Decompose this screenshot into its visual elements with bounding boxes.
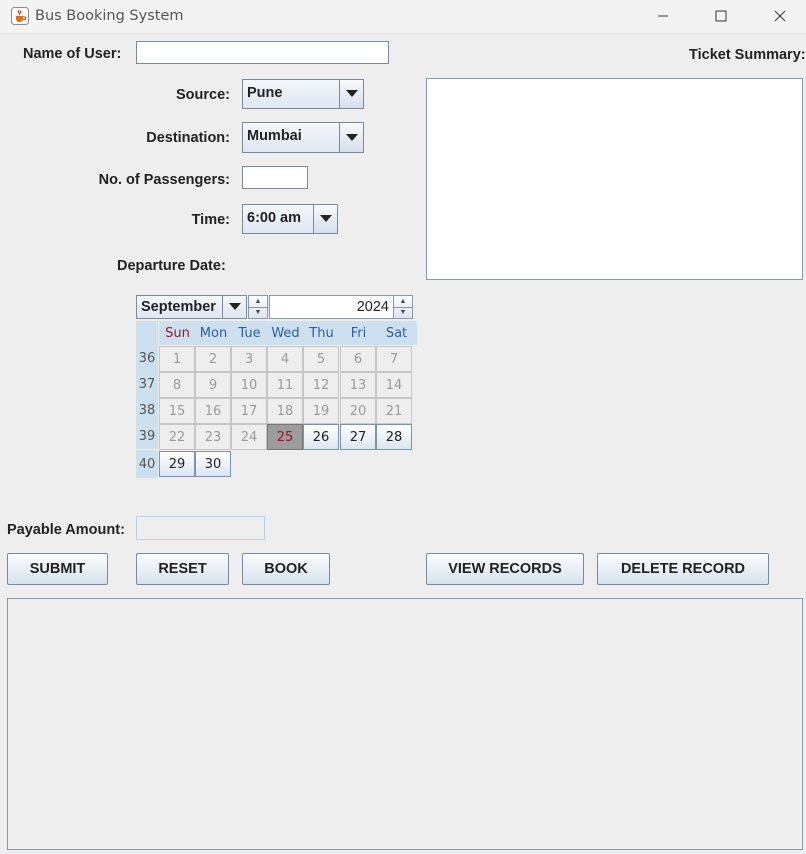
calendar-day: 17 [231,398,267,424]
source-dropdown[interactable]: Pune [242,79,364,109]
week-number: 38 [136,397,158,423]
name-label: Name of User: [23,46,122,62]
calendar-day: 19 [303,398,339,424]
departure-date-label: Departure Date: [117,258,226,274]
calendar-day: 3 [231,346,267,372]
calendar-day: 22 [159,424,195,450]
calendar-day: 4 [267,346,303,372]
calendar-day[interactable]: 26 [303,424,339,450]
calendar-day: 7 [376,346,412,372]
calendar-day: 18 [267,398,303,424]
book-button[interactable]: BOOK [242,553,330,585]
source-label: Source: [176,87,230,103]
calendar-year-field[interactable]: 2024 [269,295,394,319]
calendar-day[interactable]: 29 [159,451,195,477]
calendar-grid: Sun Mon Tue Wed Thu Fri Sat 36 1 2 3 4 5 6 7 37 8 9 10 11 12… [136,321,417,478]
week-number: 39 [136,423,158,449]
calendar-day[interactable]: 30 [195,451,231,477]
title-bar: Bus Booking System [0,0,806,34]
destination-label: Destination: [146,130,230,146]
source-selected-value: Pune [247,85,283,101]
reset-button[interactable]: RESET [136,553,229,585]
time-selected-value: 6:00 am [247,210,302,226]
weekday-header: Mon [195,321,232,345]
triangle-down-icon [228,303,241,310]
month-spinner[interactable]: ▲ ▼ [248,295,268,319]
calendar-day: 6 [340,346,376,372]
destination-dropdown[interactable]: Mumbai [242,122,364,153]
time-dropdown-arrow[interactable] [313,205,337,233]
maximize-icon [715,10,727,22]
calendar-day[interactable]: 28 [376,424,412,450]
weekday-header: Wed [267,321,304,345]
calendar-day: 5 [303,346,339,372]
passengers-label: No. of Passengers: [98,172,230,188]
calendar-day: 23 [195,424,231,450]
calendar-corner [136,321,158,345]
window-title: Bus Booking System [35,8,184,24]
calendar-day: 8 [159,372,195,398]
minimize-icon [658,15,668,17]
spinner-up-icon[interactable]: ▲ [249,296,267,308]
triangle-down-icon [345,90,358,97]
calendar-day: 1 [159,346,195,372]
time-label: Time: [191,212,230,228]
calendar-month-value: September [141,299,216,315]
weekday-header: Thu [303,321,340,345]
delete-record-button[interactable]: DELETE RECORD [597,553,769,585]
weekday-header: Fri [340,321,377,345]
destination-selected-value: Mumbai [247,128,302,144]
ticket-summary-area[interactable] [426,78,803,280]
calendar-day: 10 [231,372,267,398]
weekday-header: Tue [231,321,268,345]
weekday-header: Sun [159,321,196,345]
time-dropdown[interactable]: 6:00 am [242,204,338,234]
calendar-day: 15 [159,398,195,424]
calendar-day: 2 [195,346,231,372]
week-number: 37 [136,371,158,397]
calendar-day: 24 [231,424,267,450]
triangle-down-icon [319,215,332,222]
calendar-day: 14 [376,372,412,398]
payable-amount-label: Payable Amount: [7,522,125,538]
calendar-day[interactable]: 27 [340,424,376,450]
week-number: 36 [136,345,158,371]
week-number: 40 [136,450,158,478]
calendar-day[interactable]: 25 [267,424,303,450]
calendar-month-dropdown[interactable]: September [136,295,247,319]
calendar-day: 12 [303,372,339,398]
spinner-down-icon[interactable]: ▼ [394,308,412,319]
spinner-down-icon[interactable]: ▼ [249,308,267,319]
calendar-day: 9 [195,372,231,398]
passengers-input[interactable] [242,166,308,189]
calendar-day: 11 [267,372,303,398]
close-icon [774,10,786,22]
month-dropdown-arrow[interactable] [222,296,246,318]
name-input[interactable] [136,41,389,64]
weekday-header: Sat [376,321,417,345]
calendar-day: 16 [195,398,231,424]
maximize-button[interactable] [698,0,744,32]
spinner-up-icon[interactable]: ▲ [394,296,412,308]
triangle-down-icon [345,133,358,141]
calendar-day: 21 [376,398,412,424]
calendar-day: 20 [340,398,376,424]
year-spinner[interactable]: ▲ ▼ [393,295,413,319]
records-area[interactable] [7,598,803,850]
close-button[interactable] [757,0,803,32]
source-dropdown-arrow[interactable] [339,80,363,108]
destination-dropdown-arrow[interactable] [339,123,363,152]
minimize-button[interactable] [640,0,686,32]
calendar-day: 13 [340,372,376,398]
view-records-button[interactable]: VIEW RECORDS [426,553,584,585]
ticket-summary-label: Ticket Summary: [689,47,806,63]
submit-button[interactable]: SUBMIT [7,553,108,585]
payable-amount-field [136,516,265,540]
java-cup-icon [11,7,29,25]
